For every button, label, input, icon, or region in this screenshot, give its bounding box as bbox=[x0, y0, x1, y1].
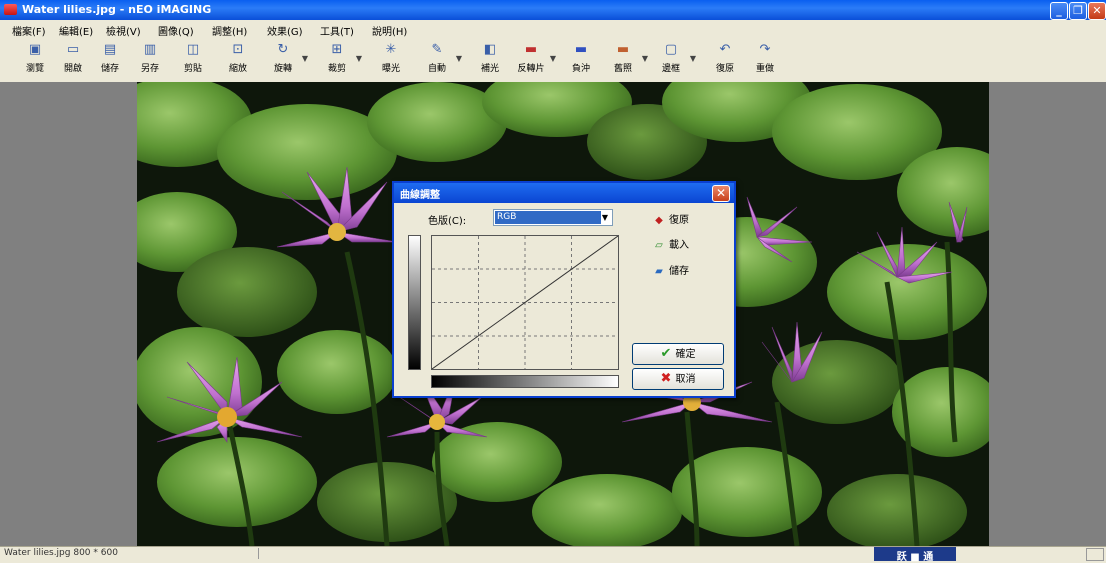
channel-label: 色版(C): bbox=[428, 216, 467, 227]
browse-icon: ▣ bbox=[28, 42, 42, 57]
save-icon: ▤ bbox=[103, 42, 117, 57]
open-folder-icon: ▭ bbox=[66, 42, 80, 57]
check-icon: ✔ bbox=[660, 346, 672, 361]
menu-edit[interactable]: 編輯(E) bbox=[59, 23, 93, 38]
menu-image[interactable]: 圖像(Q) bbox=[158, 23, 194, 38]
undo-button[interactable]: ↶ 復原 bbox=[706, 40, 744, 80]
title-bar: Water lilies.jpg - nEO iMAGING _ ❐ ✕ bbox=[0, 0, 1106, 20]
status-bar: Water lilies.jpg 800 * 600 跃 ■ 通 bbox=[0, 546, 1106, 563]
clip-icon: ◫ bbox=[186, 42, 200, 57]
open-button[interactable]: ▭ 開啟 bbox=[54, 40, 92, 80]
old-photo-button[interactable]: ▬ 舊照 ▼ bbox=[604, 40, 648, 80]
rotate-dropdown-icon[interactable]: ▼ bbox=[302, 54, 308, 63]
menu-effects[interactable]: 效果(G) bbox=[267, 23, 303, 38]
folder-open-icon: ▱ bbox=[655, 240, 663, 251]
toolbar: ▣ 瀏覽 ▭ 開啟 ▤ 儲存 ▥ 另存 ◫ 剪貼 ⊡ 縮放 ↻ 旋轉 ▼ ⊞ 裁剪 ▼ ✳ 曝光 ✎ 自… bbox=[0, 38, 1106, 83]
size-grip[interactable] bbox=[1086, 548, 1104, 561]
output-gradient-bar bbox=[408, 235, 421, 370]
curve-plot bbox=[431, 235, 619, 370]
redo-icon: ↷ bbox=[759, 42, 771, 57]
maximize-button[interactable]: ❐ bbox=[1069, 2, 1087, 20]
status-tray[interactable]: 跃 ■ 通 bbox=[874, 547, 956, 563]
cross-process-button[interactable]: ▬ 負沖 bbox=[562, 40, 600, 80]
menu-help[interactable]: 說明(H) bbox=[372, 23, 407, 38]
fill-light-button[interactable]: ◧ 補光 bbox=[471, 40, 509, 80]
chevron-down-icon[interactable]: ▼ bbox=[599, 211, 611, 224]
crop-dropdown-icon[interactable]: ▼ bbox=[356, 54, 362, 63]
menu-bar: 檔案(F) 編輯(E) 檢視(V) 圖像(Q) 調整(H) 效果(G) 工具(T… bbox=[0, 20, 1106, 38]
frame-icon: ▢ bbox=[664, 42, 678, 57]
status-file-info: Water lilies.jpg 800 * 600 bbox=[4, 548, 118, 558]
save-curve-button[interactable]: ▰ 儲存 bbox=[652, 262, 689, 277]
ok-button[interactable]: ✔ 確定 bbox=[632, 343, 724, 365]
auto-dropdown-icon[interactable]: ▼ bbox=[456, 54, 462, 63]
redo-button[interactable]: ↷ 重做 bbox=[746, 40, 784, 80]
tray-text: 跃 ■ 通 bbox=[896, 552, 934, 563]
undo-icon: ↶ bbox=[719, 42, 731, 57]
old-photo-dropdown-icon[interactable]: ▼ bbox=[642, 54, 648, 63]
exposure-button[interactable]: ✳ 曝光 bbox=[372, 40, 410, 80]
resize-button[interactable]: ⊡ 縮放 bbox=[219, 40, 257, 80]
status-separator bbox=[258, 548, 262, 559]
channel-select[interactable]: RGB ▼ bbox=[493, 209, 613, 226]
crop-button[interactable]: ⊞ 裁剪 ▼ bbox=[318, 40, 362, 80]
rotate-button[interactable]: ↻ 旋轉 ▼ bbox=[264, 40, 308, 80]
menu-file[interactable]: 檔案(F) bbox=[12, 23, 46, 38]
folder-save-icon: ▰ bbox=[655, 266, 663, 277]
curve-graph[interactable] bbox=[431, 235, 619, 370]
exposure-icon: ✳ bbox=[385, 42, 397, 57]
auto-button[interactable]: ✎ 自動 ▼ bbox=[418, 40, 462, 80]
dialog-title: 曲線調整 bbox=[400, 190, 440, 201]
app-icon bbox=[4, 4, 17, 15]
channel-value: RGB bbox=[495, 211, 601, 224]
browse-button[interactable]: ▣ 瀏覽 bbox=[16, 40, 54, 80]
menu-view[interactable]: 檢視(V) bbox=[106, 23, 141, 38]
dialog-close-button[interactable]: ✕ bbox=[712, 185, 730, 202]
frame-dropdown-icon[interactable]: ▼ bbox=[690, 54, 696, 63]
cancel-button[interactable]: ✖ 取消 bbox=[632, 368, 724, 390]
curves-dialog: 曲線調整 ✕ 色版(C): RGB ▼ ◆ 復原 ▱ 載入 ▰ 儲存 ✔ 確定 ✖ 取消 bbox=[392, 181, 736, 398]
load-button[interactable]: ▱ 載入 bbox=[652, 236, 689, 251]
reset-button[interactable]: ◆ 復原 bbox=[652, 211, 689, 226]
reversal-film-button[interactable]: ▬ 反轉片 ▼ bbox=[512, 40, 556, 80]
old-photo-icon: ▬ bbox=[616, 42, 630, 57]
save-as-button[interactable]: ▥ 另存 bbox=[131, 40, 169, 80]
minimize-button[interactable]: _ bbox=[1050, 2, 1068, 20]
crop-icon: ⊞ bbox=[331, 42, 343, 57]
fill-light-icon: ◧ bbox=[483, 42, 497, 57]
reversal-film-dropdown-icon[interactable]: ▼ bbox=[550, 54, 556, 63]
clip-button[interactable]: ◫ 剪貼 bbox=[174, 40, 212, 80]
menu-tools[interactable]: 工具(T) bbox=[320, 23, 354, 38]
reversal-film-icon: ▬ bbox=[524, 42, 538, 57]
resize-icon: ⊡ bbox=[232, 42, 244, 57]
save-as-icon: ▥ bbox=[143, 42, 157, 57]
frame-button[interactable]: ▢ 邊框 ▼ bbox=[652, 40, 696, 80]
reset-icon: ◆ bbox=[655, 215, 663, 226]
rotate-icon: ↻ bbox=[277, 42, 289, 57]
dialog-title-bar[interactable]: 曲線調整 ✕ bbox=[394, 183, 734, 203]
cross-icon: ✖ bbox=[660, 371, 672, 386]
auto-icon: ✎ bbox=[431, 42, 443, 57]
input-gradient-bar bbox=[431, 375, 619, 388]
window-title: Water lilies.jpg - nEO iMAGING bbox=[22, 3, 212, 16]
menu-adjust[interactable]: 調整(H) bbox=[212, 23, 247, 38]
close-button[interactable]: ✕ bbox=[1088, 2, 1106, 20]
cross-process-icon: ▬ bbox=[574, 42, 588, 57]
save-button[interactable]: ▤ 儲存 bbox=[91, 40, 129, 80]
